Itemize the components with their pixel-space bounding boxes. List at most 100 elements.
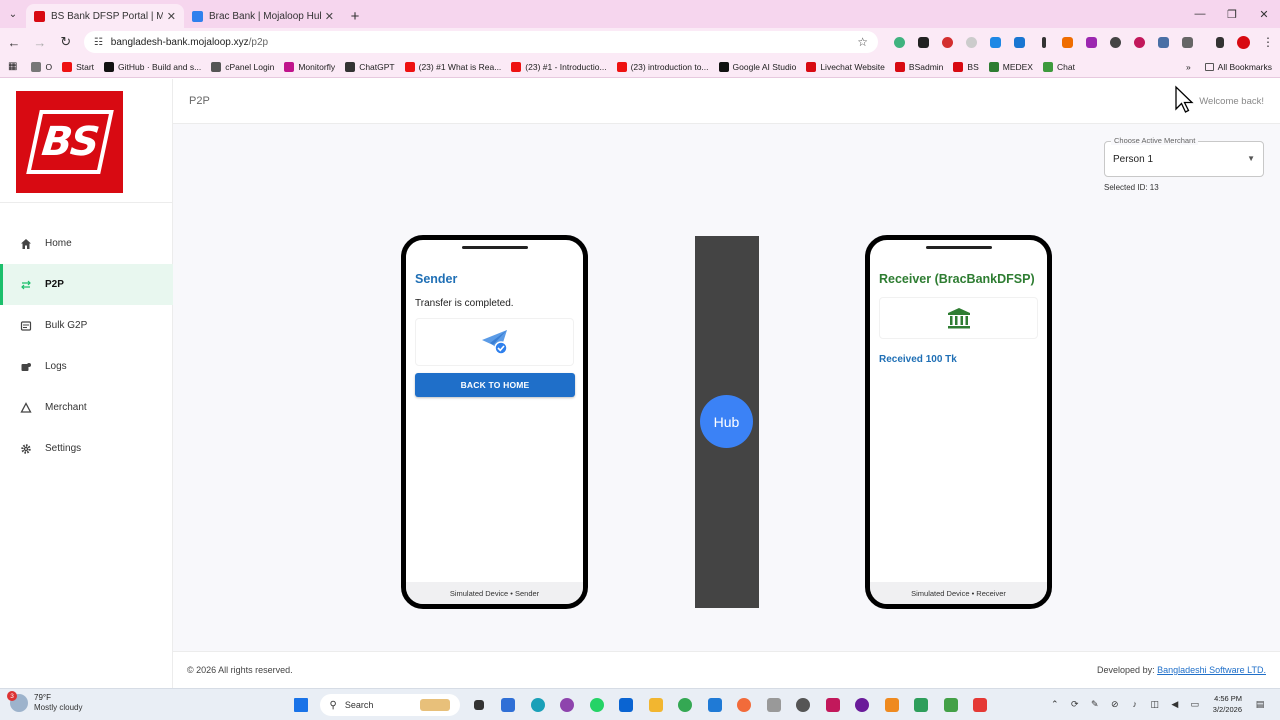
sidebar-item-settings[interactable]: Settings [0, 428, 173, 469]
sidebar-item-merchant[interactable]: Merchant [0, 387, 173, 428]
chrome-icon[interactable] [674, 694, 696, 716]
bookmark-item[interactable]: BSadmin [894, 61, 943, 72]
bookmark-label: Livechat Website [820, 61, 885, 72]
extensions-puzzle-icon[interactable] [1176, 32, 1200, 52]
browser-menu-icon[interactable]: ⋮ [1256, 32, 1280, 52]
bookmark-item[interactable]: (23) #1 - Introductio... [511, 61, 607, 72]
back-icon[interactable]: ← [2, 30, 26, 54]
bookmark-item[interactable]: O [31, 61, 52, 72]
tray-sync-icon[interactable]: ⟳ [1065, 694, 1085, 714]
tray-pen-icon[interactable]: ✎ [1085, 694, 1105, 714]
extension-blue-icon[interactable] [984, 32, 1008, 52]
vscode-icon[interactable] [704, 694, 726, 716]
task-view-icon[interactable] [468, 694, 490, 716]
bookmark-item[interactable]: Monitorfly [284, 61, 335, 72]
postman-icon[interactable] [733, 694, 755, 716]
restore-icon[interactable]: ❐ [1216, 0, 1248, 28]
clock[interactable]: 4:56 PM 3/2/2026 [1213, 693, 1242, 715]
apps-grid-icon[interactable]: ▦ [8, 61, 17, 72]
bookmark-item[interactable]: ChatGPT [345, 61, 395, 72]
extension-f-icon[interactable] [912, 32, 936, 52]
app-cloud-icon[interactable] [881, 694, 903, 716]
extension-abp-icon[interactable] [936, 32, 960, 52]
sidebar-item-bulk-g2p[interactable]: Bulk G2P [0, 305, 173, 346]
mouse-cursor-icon [1175, 85, 1194, 113]
developer-link[interactable]: Bangladeshi Software LTD. [1157, 665, 1266, 675]
bookmark-item[interactable]: Livechat Website [806, 61, 885, 72]
reload-icon[interactable]: ↻ [54, 30, 78, 54]
bookmark-item[interactable]: cPanel Login [211, 61, 274, 72]
bookmark-item[interactable]: Google AI Studio [718, 61, 796, 72]
tray-network-off-icon[interactable]: ⊘ [1105, 694, 1125, 714]
file-explorer-icon[interactable] [645, 694, 667, 716]
bs-logo[interactable]: BS [16, 91, 123, 193]
app-ring-icon[interactable] [851, 694, 873, 716]
sidebar-item-logs[interactable]: Logs [0, 346, 173, 387]
search-icon: ⚲ [329, 699, 337, 711]
tray-battery-icon[interactable]: ▭ [1185, 694, 1205, 714]
app-globe-icon[interactable] [792, 694, 814, 716]
app-red-icon[interactable] [969, 694, 991, 716]
edge-icon[interactable] [527, 694, 549, 716]
receiver-title: Receiver (BracBankDFSP) [879, 272, 1035, 286]
site-info-icon[interactable]: ☷ [94, 37, 103, 48]
close-tab-icon[interactable]: ✕ [167, 10, 176, 23]
close-tab-icon[interactable]: ✕ [325, 10, 334, 23]
bookmark-label: (23) #1 What is Rea... [418, 61, 502, 72]
tab-search-chevron-icon[interactable]: ⌄ [0, 0, 26, 28]
extension-compass-icon[interactable] [960, 32, 984, 52]
tray-wifi-icon[interactable]: ◫ [1145, 694, 1165, 714]
bookmark-item[interactable]: BS [953, 61, 979, 72]
bookmarks-overflow-icon[interactable]: » [1186, 62, 1191, 72]
all-bookmarks[interactable]: » All Bookmarks [1186, 62, 1272, 72]
bookmarks-bar: ▦ O Start GitHub · Build and s... cPanel Lo… [0, 56, 1280, 78]
merchant-select-label: Choose Active Merchant [1111, 136, 1199, 145]
bookmark-item[interactable]: (23) #1 What is Rea... [404, 61, 502, 72]
sidebar-item-home[interactable]: Home [0, 223, 173, 264]
tray-mic-icon[interactable]: ♪ [1125, 694, 1145, 714]
extension-counter-icon[interactable] [1104, 32, 1128, 52]
bookmark-star-icon[interactable]: ☆ [857, 35, 868, 49]
weather-widget[interactable]: 3 79°F Mostly cloudy [7, 691, 82, 713]
profile-avatar-icon[interactable] [1232, 32, 1256, 52]
downloads-icon[interactable] [1208, 32, 1232, 52]
minimize-icon[interactable]: — [1184, 0, 1216, 28]
extension-screen-icon[interactable] [1152, 32, 1176, 52]
extension-pen-icon[interactable] [1032, 32, 1056, 52]
tray-overflow-icon[interactable]: ⌃ [1045, 694, 1065, 714]
browser-tab-active[interactable]: BS Bank DFSP Portal | Mojaloop ✕ [26, 4, 184, 28]
bookmark-item[interactable]: Chat [1042, 61, 1075, 72]
app-green-icon[interactable] [940, 694, 962, 716]
forward-icon[interactable]: → [28, 30, 52, 54]
windows-start-icon[interactable] [290, 694, 312, 716]
app-notes-icon[interactable] [910, 694, 932, 716]
extension-download-icon[interactable] [1008, 32, 1032, 52]
sidebar-item-p2p[interactable]: P2P [0, 264, 173, 305]
new-tab-button[interactable]: + [342, 4, 368, 28]
app-purple-icon[interactable] [556, 694, 578, 716]
merchant-select[interactable]: Choose Active Merchant Person 1 ▼ [1104, 136, 1264, 177]
sidebar-item-label: P2P [45, 279, 64, 290]
browser-tab[interactable]: Brac Bank | Mojaloop Hub and ✕ [184, 4, 342, 28]
store-icon[interactable] [497, 694, 519, 716]
tray-volume-icon[interactable]: ◀ [1165, 694, 1185, 714]
extension-check-icon[interactable] [888, 32, 912, 52]
extension-orange-icon[interactable] [1056, 32, 1080, 52]
address-bar[interactable]: ☷ bangladesh-bank.mojaloop.xyz/p2p ☆ [83, 31, 878, 53]
outlook-icon[interactable] [615, 694, 637, 716]
bookmark-item[interactable]: (23) introduction to... [616, 61, 709, 72]
app-m-icon[interactable] [822, 694, 844, 716]
gear-icon [19, 442, 33, 456]
extension-purple-icon[interactable] [1080, 32, 1104, 52]
bookmark-item[interactable]: MEDEX [988, 61, 1033, 72]
app-grey-icon[interactable] [763, 694, 785, 716]
bookmark-favicon-icon [988, 61, 999, 72]
back-to-home-button[interactable]: BACK TO HOME [415, 373, 575, 397]
bookmark-item[interactable]: GitHub · Build and s... [104, 61, 201, 72]
extension-shield-icon[interactable] [1128, 32, 1152, 52]
close-window-icon[interactable]: ✕ [1248, 0, 1280, 28]
taskbar-search[interactable]: ⚲ Search [319, 694, 460, 716]
whatsapp-icon[interactable] [586, 694, 608, 716]
notifications-icon[interactable]: ▤ [1250, 694, 1270, 714]
bookmark-item[interactable]: Start [62, 61, 94, 72]
